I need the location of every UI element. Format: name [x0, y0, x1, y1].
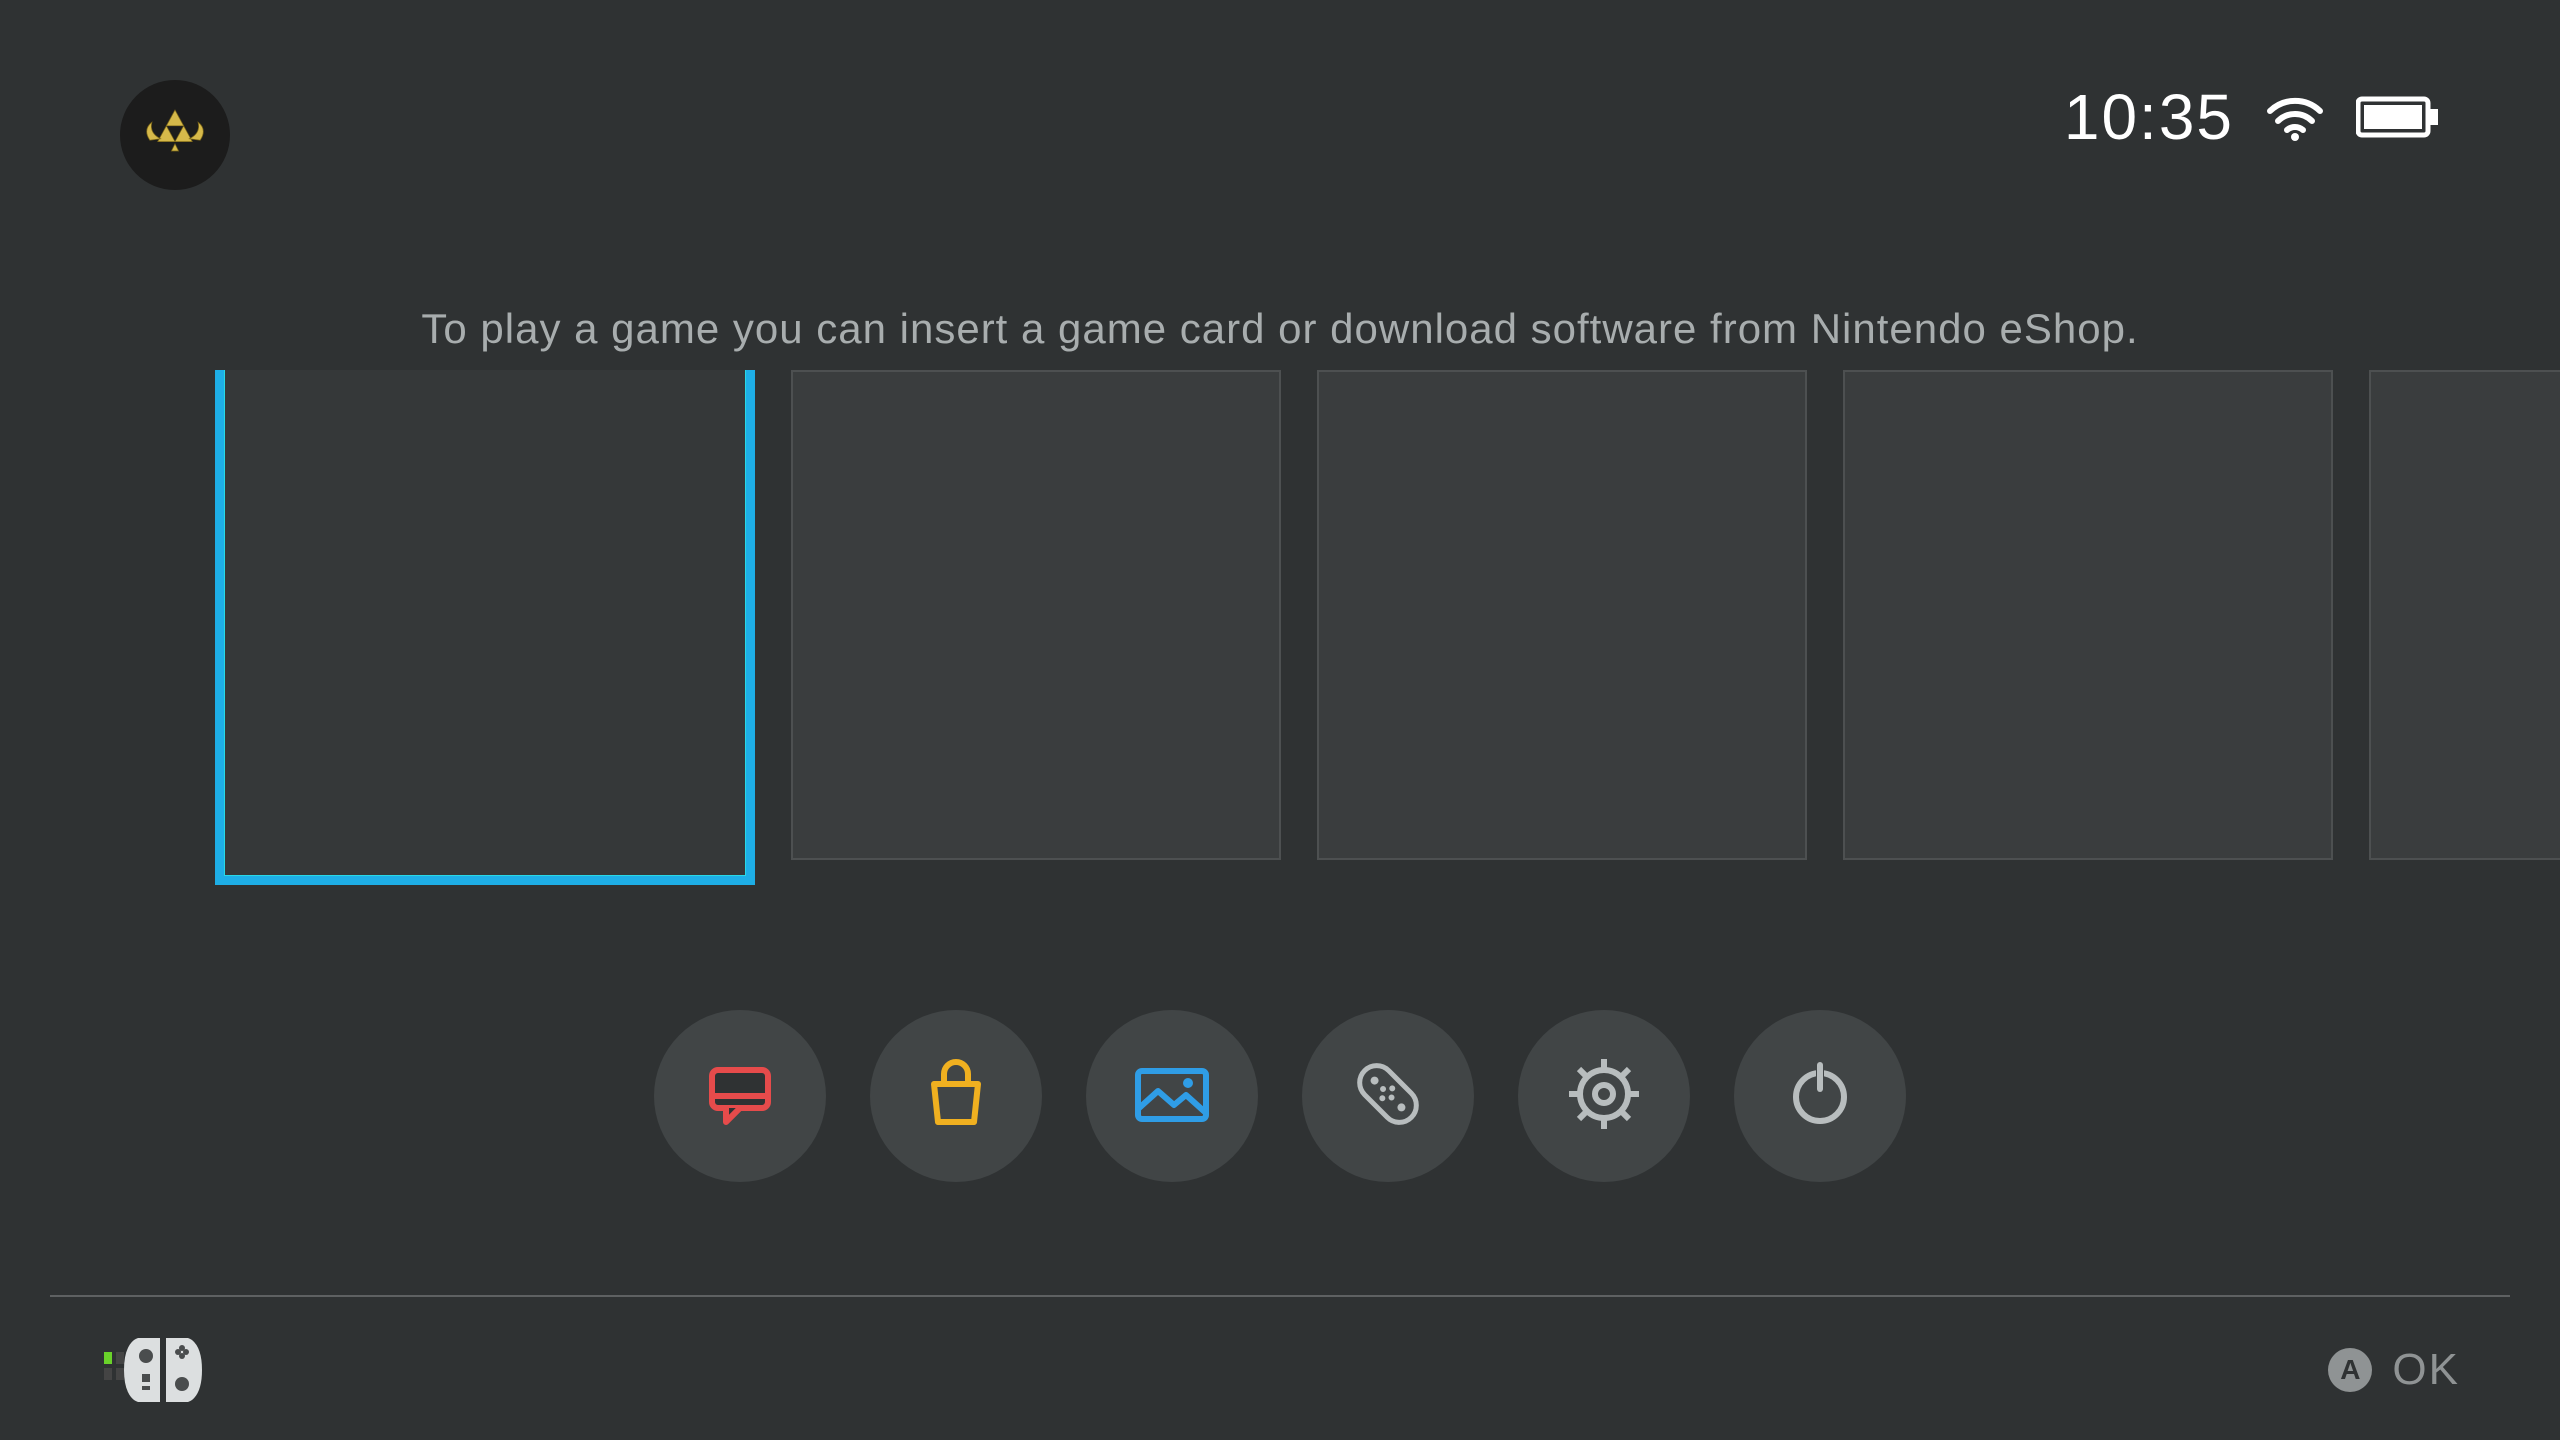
top-bar: 10:35 [0, 0, 2560, 200]
triforce-crest-icon [139, 103, 211, 168]
battery-icon [2356, 95, 2440, 139]
game-tile-empty[interactable] [1317, 370, 1807, 860]
clock: 10:35 [2064, 80, 2234, 154]
joycon-icon [100, 1330, 230, 1410]
settings-button[interactable] [1518, 1010, 1690, 1182]
game-tile-empty[interactable] [791, 370, 1281, 860]
ok-prompt: A OK [2328, 1345, 2460, 1395]
game-tile-row[interactable] [215, 370, 2560, 885]
album-button[interactable] [1086, 1010, 1258, 1182]
game-tile-empty[interactable] [1843, 370, 2333, 860]
controller-indicator [100, 1330, 230, 1410]
eshop-button[interactable] [870, 1010, 1042, 1182]
game-tile-empty[interactable] [215, 370, 755, 885]
controllers-button[interactable] [1302, 1010, 1474, 1182]
ok-label: OK [2392, 1345, 2460, 1395]
dock [0, 1010, 2560, 1182]
footer-divider [50, 1295, 2510, 1297]
footer-bar: A OK [0, 1320, 2560, 1420]
a-button-glyph: A [2328, 1348, 2372, 1392]
shopping-bag-icon [916, 1054, 996, 1139]
user-avatar[interactable] [120, 80, 230, 190]
power-icon [1785, 1059, 1855, 1134]
news-button[interactable] [654, 1010, 826, 1182]
gear-icon [1565, 1055, 1643, 1138]
no-software-hint: To play a game you can insert a game car… [0, 305, 2560, 353]
controller-icon [1345, 1051, 1431, 1142]
album-icon [1130, 1059, 1214, 1134]
wifi-icon [2264, 93, 2326, 141]
power-button[interactable] [1734, 1010, 1906, 1182]
news-icon [700, 1054, 780, 1139]
status-area: 10:35 [2064, 80, 2440, 154]
game-tile-empty[interactable] [2369, 370, 2560, 860]
